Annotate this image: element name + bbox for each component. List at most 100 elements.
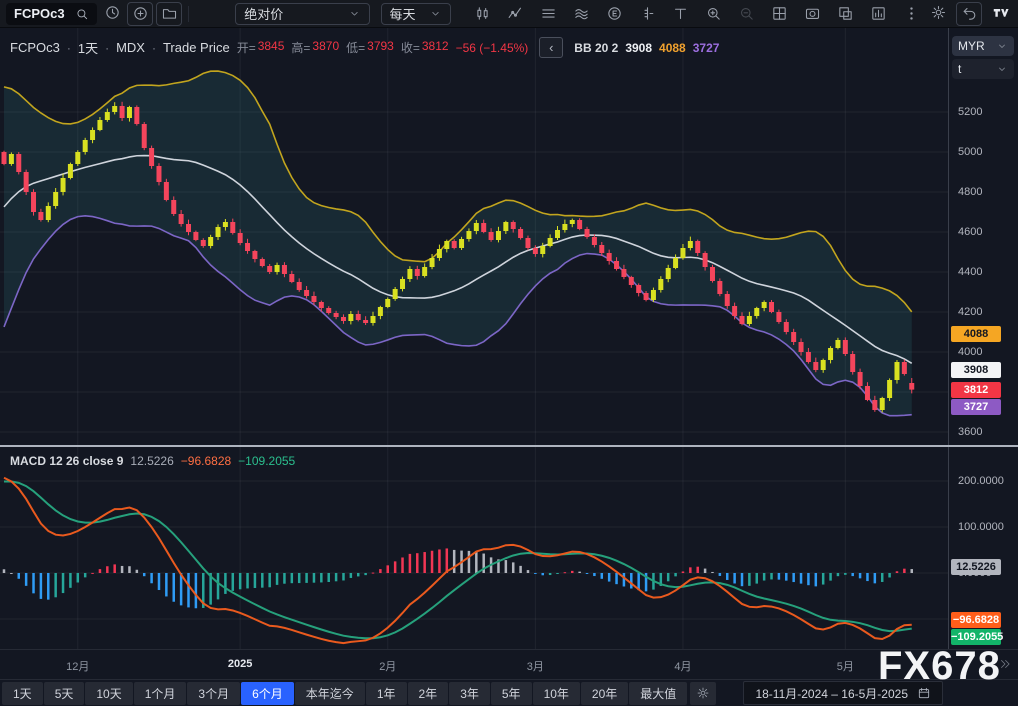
- candle-body: [186, 224, 191, 232]
- grid-icon[interactable]: [767, 3, 791, 25]
- candle-body: [371, 316, 376, 323]
- gear-icon[interactable]: [926, 2, 950, 24]
- candle-body: [275, 265, 280, 272]
- macd-histogram-bar: [792, 573, 795, 582]
- candle-body: [518, 229, 523, 238]
- range-button-最大值[interactable]: 最大值: [629, 682, 687, 705]
- panel-icon[interactable]: [866, 3, 890, 25]
- range-button-5天[interactable]: 5天: [44, 682, 85, 705]
- range-button-10天[interactable]: 10天: [85, 682, 132, 705]
- candle-body: [112, 106, 117, 112]
- candle-body: [769, 302, 774, 312]
- price-pane[interactable]: FCPOc3 · 1天 · MDX · Trade Price 开=3845 高…: [0, 28, 948, 445]
- candle-body: [489, 232, 494, 240]
- range-button-本年迄今[interactable]: 本年迄今: [295, 682, 365, 705]
- trading-terminal: FCPOc3 绝对价 每天 FCPOc3 · 1天 · MDX · Tr: [0, 0, 1018, 706]
- macd-histogram-bar: [564, 572, 567, 573]
- candle-body: [437, 249, 442, 258]
- macd-hist-badge: 12.5226: [951, 559, 1001, 575]
- candle-body: [909, 383, 914, 390]
- clock-icon[interactable]: [100, 2, 124, 24]
- macd-histogram-bar: [696, 567, 699, 573]
- candle-body: [407, 269, 412, 279]
- compare-icon: [573, 5, 590, 22]
- candle-body: [585, 229, 590, 237]
- chevron-down-icon: [429, 7, 442, 20]
- candle-body: [356, 314, 361, 320]
- macd-histogram-bar: [896, 571, 899, 573]
- macd-histogram-bar: [888, 573, 891, 577]
- unit-dropdown[interactable]: t: [952, 59, 1014, 79]
- candles-icon: [474, 5, 491, 22]
- range-button-20年[interactable]: 20年: [581, 682, 628, 705]
- range-settings-button[interactable]: [690, 682, 716, 705]
- legend-collapse-button[interactable]: ‹: [539, 37, 563, 58]
- candles-icon[interactable]: [470, 3, 494, 25]
- range-button-1年[interactable]: 1年: [366, 682, 407, 705]
- candle-body: [740, 316, 745, 324]
- range-button-1天[interactable]: 1天: [2, 682, 43, 705]
- range-button-5年[interactable]: 5年: [491, 682, 532, 705]
- zoom-out-icon[interactable]: [734, 3, 758, 25]
- pane-divider-handle[interactable]: [0, 445, 1018, 447]
- candle-body: [658, 279, 663, 290]
- folder-icon: [161, 5, 178, 22]
- candle-body: [216, 227, 221, 237]
- indicator-icon[interactable]: [503, 3, 527, 25]
- undo-icon[interactable]: [956, 2, 982, 26]
- candle-body: [9, 154, 14, 164]
- time-tick-5月: 5月: [837, 658, 854, 674]
- undo-icon: [961, 5, 978, 22]
- candle-body: [710, 267, 715, 281]
- macd-histogram-bar: [837, 573, 840, 576]
- macd-histogram-bar: [91, 573, 94, 574]
- macd-histogram-bar: [527, 570, 530, 573]
- macd-histogram-bar: [165, 573, 168, 596]
- layers-icon[interactable]: [536, 3, 560, 25]
- currency-dropdown[interactable]: MYR: [952, 36, 1014, 56]
- range-button-6个月[interactable]: 6个月: [241, 682, 294, 705]
- time-axis[interactable]: 12月20252月3月4月5月: [0, 649, 1018, 680]
- macd-pane[interactable]: MACD 12 26 close 9 12.5226 −96.6828 −109…: [0, 447, 948, 649]
- text-icon[interactable]: [668, 3, 692, 25]
- kebab-icon[interactable]: [899, 3, 923, 25]
- interval-dropdown[interactable]: 每天: [381, 3, 451, 25]
- tv-logo-icon[interactable]: [988, 2, 1012, 24]
- macd-histogram-bar: [578, 572, 581, 573]
- snapshot-icon[interactable]: [800, 3, 824, 25]
- range-button-3个月[interactable]: 3个月: [187, 682, 240, 705]
- candle-body: [208, 237, 213, 246]
- folder-icon[interactable]: [156, 2, 182, 26]
- macd-histogram-bar: [815, 573, 818, 586]
- macd-chart[interactable]: [0, 447, 948, 649]
- events-icon[interactable]: [602, 3, 626, 25]
- price-tick-label: 4800: [958, 186, 982, 198]
- macd-histogram-bar: [667, 573, 670, 581]
- macd-legend-title: MACD 12 26 close 9: [10, 454, 123, 468]
- macd-tick-label: 100.0000: [958, 521, 1004, 533]
- fx678-watermark: FX678: [878, 646, 1001, 686]
- compare-icon[interactable]: [569, 3, 593, 25]
- measure-icon[interactable]: [635, 3, 659, 25]
- macd-histogram-bar: [232, 573, 235, 591]
- macd-histogram-bar: [401, 557, 404, 573]
- add-circle-icon[interactable]: [127, 2, 153, 26]
- range-button-2年[interactable]: 2年: [408, 682, 449, 705]
- price-scale-axis[interactable]: MYR t 5200500048004600440042004000380036…: [948, 28, 1018, 649]
- candle-body: [2, 152, 7, 164]
- candle-body: [267, 266, 272, 272]
- pip-icon[interactable]: [833, 3, 857, 25]
- macd-histogram-bar: [748, 573, 751, 586]
- price-mode-dropdown[interactable]: 绝对价: [235, 3, 369, 25]
- macd-histogram-bar: [785, 573, 788, 581]
- range-button-1个月[interactable]: 1个月: [134, 682, 187, 705]
- symbol-search-input[interactable]: FCPOc3: [6, 3, 97, 25]
- macd-histogram-bar: [674, 573, 677, 576]
- range-button-3年[interactable]: 3年: [449, 682, 490, 705]
- candle-body: [105, 112, 110, 120]
- macd-histogram-bar: [438, 549, 441, 573]
- candlestick-chart[interactable]: [0, 28, 948, 445]
- macd-line-value: −96.6828: [181, 454, 231, 468]
- zoom-in-icon[interactable]: [701, 3, 725, 25]
- range-button-10年[interactable]: 10年: [533, 682, 580, 705]
